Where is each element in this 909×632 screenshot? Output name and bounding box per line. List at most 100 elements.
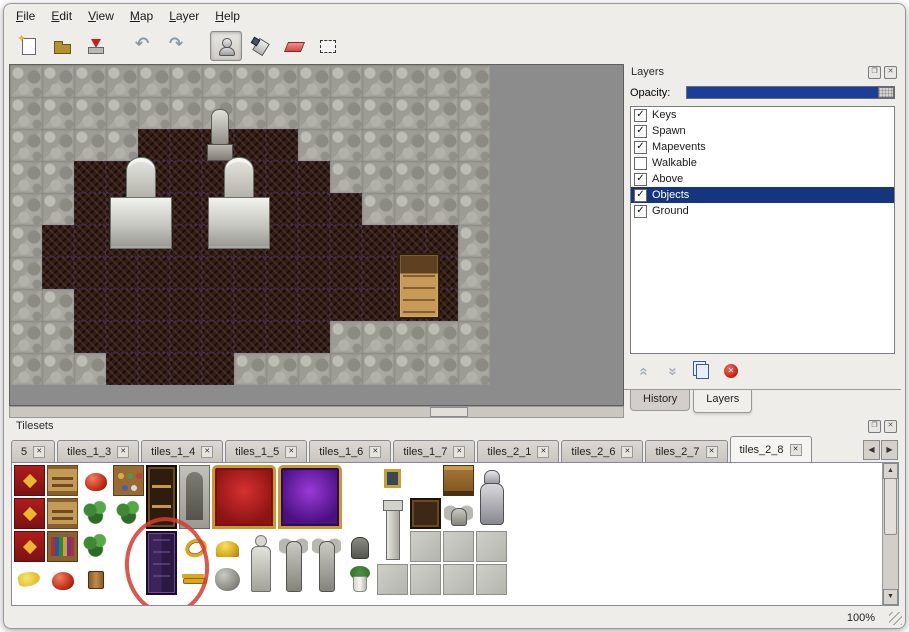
tile-boulder[interactable] bbox=[212, 564, 243, 595]
rock-tile[interactable] bbox=[202, 65, 234, 97]
rock-tile[interactable] bbox=[42, 65, 74, 97]
floor-tile[interactable] bbox=[138, 321, 170, 353]
floor-tile[interactable] bbox=[234, 321, 266, 353]
floor-tile[interactable] bbox=[330, 225, 362, 257]
tab-scroll-right-button[interactable]: ▶ bbox=[881, 440, 898, 460]
tileset-tab-tiles_1_5[interactable]: tiles_1_5✕ bbox=[225, 440, 307, 462]
rock-tile[interactable] bbox=[394, 129, 426, 161]
rock-tile[interactable] bbox=[74, 353, 106, 385]
tileset-tab-tiles_2_8[interactable]: tiles_2_8✕ bbox=[730, 436, 812, 462]
rock-tile[interactable] bbox=[42, 353, 74, 385]
floor-tile[interactable] bbox=[298, 161, 330, 193]
rock-tile[interactable] bbox=[138, 65, 170, 97]
tab-history[interactable]: History bbox=[630, 390, 690, 411]
rock-tile[interactable] bbox=[10, 257, 42, 289]
tileset-tab-tiles_2_1[interactable]: tiles_2_1✕ bbox=[477, 440, 559, 462]
floor-tile[interactable] bbox=[106, 353, 138, 385]
canvas-horizontal-scrollbar[interactable] bbox=[9, 406, 624, 418]
tile-plants[interactable] bbox=[80, 498, 111, 529]
floor-tile[interactable] bbox=[266, 289, 298, 321]
rock-tile[interactable] bbox=[10, 225, 42, 257]
rock-tile[interactable] bbox=[426, 321, 458, 353]
close-tab-icon[interactable]: ✕ bbox=[117, 446, 129, 458]
rock-tile[interactable] bbox=[234, 65, 266, 97]
scroll-up-arrow-icon[interactable]: ▲ bbox=[883, 463, 898, 479]
layer-visibility-checkbox[interactable] bbox=[634, 157, 647, 170]
floor-tile[interactable] bbox=[330, 193, 362, 225]
layer-visibility-checkbox[interactable]: ✓ bbox=[634, 141, 647, 154]
tile-stone-tile[interactable] bbox=[377, 564, 408, 595]
rock-tile[interactable] bbox=[10, 289, 42, 321]
move-layer-up-button[interactable]: « bbox=[634, 361, 654, 381]
tab-scroll-left-button[interactable]: ◀ bbox=[863, 440, 880, 460]
tile-framed-picture[interactable] bbox=[377, 465, 408, 496]
floor-tile[interactable] bbox=[170, 193, 202, 225]
undo-button[interactable] bbox=[128, 31, 160, 61]
floor-tile[interactable] bbox=[170, 225, 202, 257]
close-tab-icon[interactable]: ✕ bbox=[537, 446, 549, 458]
floor-tile[interactable] bbox=[202, 257, 234, 289]
tile-dark-gargoyle[interactable] bbox=[344, 531, 375, 562]
tileset-tab-tiles_1_3[interactable]: tiles_1_3✕ bbox=[57, 440, 139, 462]
rock-tile[interactable] bbox=[458, 129, 490, 161]
close-tab-icon[interactable]: ✕ bbox=[453, 446, 465, 458]
floor-tile[interactable] bbox=[138, 353, 170, 385]
delete-layer-button[interactable]: ✕ bbox=[721, 361, 741, 381]
menu-file[interactable]: File bbox=[8, 6, 43, 26]
close-tab-icon[interactable]: ✕ bbox=[621, 446, 633, 458]
rock-tile[interactable] bbox=[426, 97, 458, 129]
tile-winged-statue[interactable] bbox=[311, 531, 342, 595]
rock-tile[interactable] bbox=[394, 65, 426, 97]
floor-tile[interactable] bbox=[202, 353, 234, 385]
floor-tile[interactable] bbox=[74, 257, 106, 289]
tile-stone-niche[interactable] bbox=[179, 465, 210, 529]
rock-tile[interactable] bbox=[362, 193, 394, 225]
rock-tile[interactable] bbox=[330, 321, 362, 353]
tile-purple-throne[interactable] bbox=[278, 465, 342, 529]
redo-button[interactable] bbox=[162, 31, 194, 61]
tile-stone-tile[interactable] bbox=[443, 564, 474, 595]
floor-tile[interactable] bbox=[202, 289, 234, 321]
tile-stone-tile[interactable] bbox=[410, 531, 441, 562]
tile-potted-plants[interactable] bbox=[113, 498, 144, 529]
rock-tile[interactable] bbox=[362, 65, 394, 97]
tile-knight-armor[interactable] bbox=[476, 465, 507, 529]
tile-banana-pile[interactable] bbox=[14, 564, 45, 595]
close-panel-icon[interactable]: ✕ bbox=[884, 66, 897, 79]
floor-tile[interactable] bbox=[298, 225, 330, 257]
layer-visibility-checkbox[interactable]: ✓ bbox=[634, 205, 647, 218]
tileset-tab-tiles_1_6[interactable]: tiles_1_6✕ bbox=[309, 440, 391, 462]
rock-tile[interactable] bbox=[234, 97, 266, 129]
close-panel-icon[interactable]: ✕ bbox=[884, 420, 897, 433]
open-button[interactable] bbox=[46, 31, 78, 61]
tile-wooden-dresser[interactable] bbox=[443, 465, 474, 496]
rock-tile[interactable] bbox=[298, 65, 330, 97]
layer-visibility-checkbox[interactable]: ✓ bbox=[634, 189, 647, 202]
layer-row-above[interactable]: ✓Above bbox=[631, 171, 894, 187]
tile-red-banner[interactable] bbox=[14, 465, 45, 496]
floor-tile[interactable] bbox=[362, 289, 394, 321]
layer-row-objects[interactable]: ✓Objects bbox=[631, 187, 894, 203]
floor-tile[interactable] bbox=[362, 257, 394, 289]
tile-red-banner[interactable] bbox=[14, 498, 45, 529]
floor-tile[interactable] bbox=[298, 193, 330, 225]
rock-tile[interactable] bbox=[426, 65, 458, 97]
opacity-slider[interactable] bbox=[686, 86, 895, 99]
layer-row-spawn[interactable]: ✓Spawn bbox=[631, 123, 894, 139]
tile-angel-statue[interactable] bbox=[245, 531, 276, 595]
rock-tile[interactable] bbox=[362, 97, 394, 129]
tile-winged-statue[interactable] bbox=[278, 531, 309, 595]
layer-visibility-checkbox[interactable]: ✓ bbox=[634, 173, 647, 186]
rock-tile[interactable] bbox=[394, 193, 426, 225]
rock-tile[interactable] bbox=[362, 353, 394, 385]
rock-tile[interactable] bbox=[426, 161, 458, 193]
floor-tile[interactable] bbox=[170, 353, 202, 385]
close-tab-icon[interactable]: ✕ bbox=[369, 446, 381, 458]
rock-tile[interactable] bbox=[74, 97, 106, 129]
floor-tile[interactable] bbox=[170, 257, 202, 289]
rock-tile[interactable] bbox=[330, 161, 362, 193]
layer-visibility-checkbox[interactable]: ✓ bbox=[634, 109, 647, 122]
rock-tile[interactable] bbox=[42, 289, 74, 321]
close-tab-icon[interactable]: ✕ bbox=[201, 446, 213, 458]
fill-tool-button[interactable] bbox=[244, 31, 276, 61]
